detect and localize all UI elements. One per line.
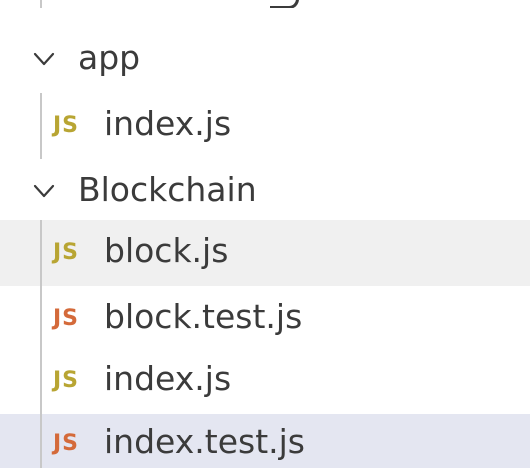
javascript-icon: JS xyxy=(53,368,80,393)
indent-guide xyxy=(40,93,42,159)
file-label: index.js xyxy=(104,104,232,143)
folder-label: Blockchain xyxy=(78,170,257,209)
indent-guide xyxy=(40,220,42,286)
javascript-icon: JS xyxy=(53,240,80,265)
file-explorer-tree: app JS index.js Blockchain JS block.js J… xyxy=(0,0,530,468)
file-label: block.js xyxy=(104,231,229,270)
clipped-text-fragment xyxy=(270,0,299,8)
chevron-down-icon xyxy=(33,52,55,66)
javascript-test-icon: JS xyxy=(53,431,80,456)
indent-guide xyxy=(40,0,42,8)
file-row-index-test-js[interactable]: JS index.test.js xyxy=(0,414,530,468)
chevron-down-icon xyxy=(33,184,55,198)
file-row-app-index-js[interactable]: JS index.js xyxy=(0,93,530,159)
file-label: block.test.js xyxy=(104,297,303,336)
previous-item-clipped xyxy=(0,0,530,8)
folder-label: app xyxy=(78,38,141,77)
file-row-block-test-js[interactable]: JS block.test.js xyxy=(0,286,530,352)
javascript-icon: JS xyxy=(53,113,80,138)
file-row-blockchain-index-js[interactable]: JS index.js xyxy=(0,348,530,414)
folder-row-app[interactable]: app xyxy=(0,27,530,93)
folder-row-blockchain[interactable]: Blockchain xyxy=(0,159,530,225)
indent-guide xyxy=(40,348,42,414)
file-row-block-js[interactable]: JS block.js xyxy=(0,220,530,286)
file-label: index.test.js xyxy=(104,422,305,461)
indent-guide xyxy=(40,414,42,468)
indent-guide xyxy=(40,286,42,352)
file-label: index.js xyxy=(104,359,232,398)
javascript-test-icon: JS xyxy=(53,306,80,331)
